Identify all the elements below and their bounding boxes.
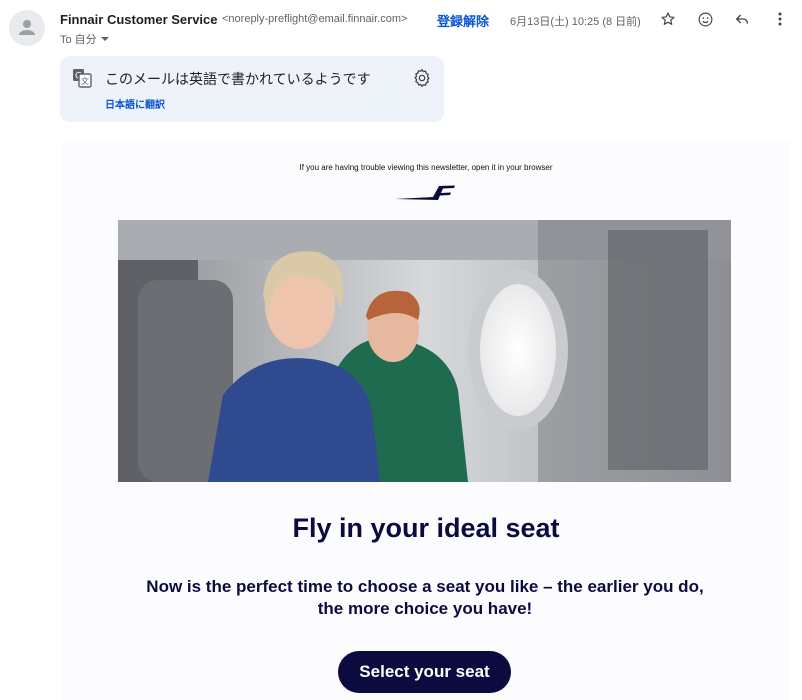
translate-banner: G 文 このメールは英語で書かれているようです 日本語に翻訳 — [60, 56, 444, 122]
subheadline: Now is the perfect time to choose a seat… — [146, 577, 704, 618]
translate-message: このメールは英語で書かれているようです — [105, 71, 371, 87]
recipient-line[interactable]: To 自分 — [60, 31, 110, 47]
select-seat-button[interactable]: Select your seat — [338, 651, 511, 693]
svg-text:文: 文 — [81, 76, 89, 86]
star-icon[interactable] — [657, 8, 679, 30]
sender-name[interactable]: Finnair Customer Service — [60, 12, 218, 27]
reply-icon[interactable] — [731, 8, 753, 30]
hero-image — [118, 220, 731, 482]
email-date: 6月13日(土) 10:25 (8 日前) — [510, 16, 641, 28]
emoji-icon[interactable] — [694, 8, 716, 30]
recipient-label: To 自分 — [60, 34, 97, 46]
person-icon — [19, 20, 35, 35]
translate-icon: G 文 — [73, 69, 92, 88]
caret-down-icon — [100, 37, 109, 41]
headline: Fly in your ideal seat — [292, 513, 560, 543]
sender-email: <noreply-preflight@email.finnair.com> — [222, 13, 408, 25]
settings-gear-icon[interactable] — [412, 68, 432, 88]
translate-link[interactable]: 日本語に翻訳 — [105, 96, 165, 111]
sender-avatar[interactable] — [9, 10, 45, 46]
view-in-browser-link[interactable]: If you are having trouble viewing this n… — [62, 163, 790, 172]
unsubscribe-link[interactable]: 登録解除 — [437, 11, 489, 30]
more-vert-icon[interactable] — [769, 8, 791, 30]
finnair-logo — [395, 185, 455, 200]
